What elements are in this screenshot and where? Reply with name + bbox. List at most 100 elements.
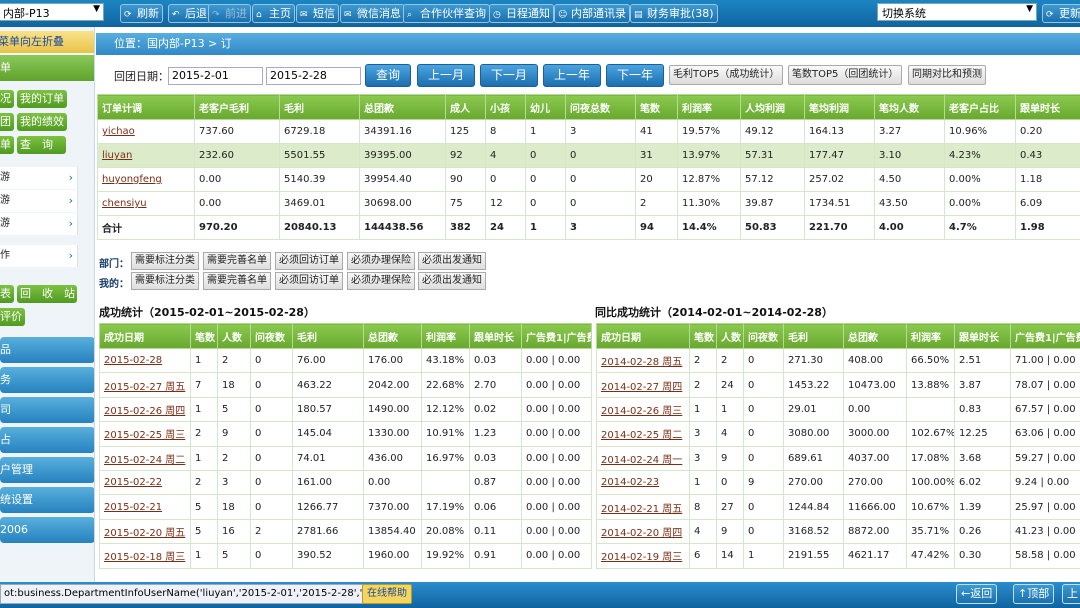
date-link[interactable]: 2014-02-26 周三: [596, 396, 690, 423]
online-help-button[interactable]: 在线帮助: [362, 584, 412, 604]
table-cell: 22.68%: [421, 372, 470, 398]
date-link[interactable]: 2015-02-27 周五: [99, 372, 191, 398]
sidebar-menu-2006[interactable]: 2006: [0, 517, 94, 543]
table-cell: 0: [525, 143, 566, 168]
compare-forecast-button[interactable]: 同期对比和预测: [908, 65, 986, 85]
table-cell: 390.52: [292, 543, 364, 569]
table-cell: 1453.22: [783, 372, 844, 398]
dept-tag-departure-notice-button[interactable]: 必须出发通知: [418, 252, 486, 270]
query-button[interactable]: 查询: [365, 64, 411, 87]
finance-approval-button[interactable]: ▤ 财务审批(38): [630, 4, 718, 23]
sidebar-item-group[interactable]: 团: [0, 113, 14, 131]
date-link[interactable]: 2014-02-21 周五: [596, 494, 690, 520]
next-month-button[interactable]: 下一月: [480, 64, 538, 87]
sidebar-fold-toggle[interactable]: 菜单向左折叠: [0, 31, 94, 53]
my-tag-revisit-orders-button[interactable]: 必须回访订单: [275, 272, 343, 290]
date-link[interactable]: 2014-02-27 周四: [596, 372, 690, 398]
dept-tag-revisit-orders-button[interactable]: 必须回访订单: [275, 252, 343, 270]
table-row[interactable]: yichao 737.60 6729.18 34391.16 125 8 1 3 41 19.57…: [97, 119, 1080, 144]
schedule-button[interactable]: ◷ 日程通知: [489, 4, 554, 23]
column-header: 笔数: [689, 323, 717, 349]
finance-approval-label: 财务审批(38): [647, 7, 714, 20]
partner-search-button[interactable]: ⌕ 合作伙伴查询: [403, 4, 490, 23]
home-button[interactable]: ⌂ 主页: [252, 4, 295, 23]
up-button[interactable]: 上: [1062, 584, 1080, 604]
sidebar-item-report[interactable]: 表: [0, 285, 14, 303]
sidebar-menu-company[interactable]: 司: [0, 397, 94, 423]
back-button[interactable]: ↶ 后退: [168, 4, 211, 23]
sidebar-item-review[interactable]: 评价: [0, 308, 25, 326]
system-switch-select[interactable]: 切换系统 ▼: [877, 3, 1037, 21]
staff-link[interactable]: chensiyu: [97, 191, 195, 216]
sidebar-item-orders[interactable]: 单: [0, 136, 14, 154]
contacts-button[interactable]: ☺ 内部通讯录: [554, 4, 630, 23]
date-link[interactable]: 2014-02-28 周五: [596, 347, 690, 374]
sidebar-menu-customer-management[interactable]: 户管理: [0, 457, 94, 483]
to-top-button[interactable]: ↑顶部: [1013, 584, 1055, 604]
date-link[interactable]: 2014-02-24 周一: [596, 445, 690, 471]
department-select[interactable]: 内部-P13 ▼: [0, 3, 104, 21]
sms-button[interactable]: ✉ 短信: [296, 4, 339, 23]
sidebar-item-tour-1[interactable]: 游 ›: [0, 167, 78, 189]
table-cell: 1244.84: [783, 494, 844, 520]
sidebar-menu-service[interactable]: 务: [0, 367, 94, 393]
date-link[interactable]: 2014-02-25 周二: [596, 421, 690, 447]
date-link[interactable]: 2015-02-25 周三: [99, 421, 191, 447]
forward-button[interactable]: ↷ 前进: [208, 4, 251, 23]
date-link[interactable]: 2015-02-26 周四: [99, 396, 191, 423]
my-tag-complete-list-button[interactable]: 需要完善名单: [203, 272, 271, 290]
prev-year-button[interactable]: 上一年: [543, 64, 601, 87]
table-cell: 0.00: [194, 167, 280, 192]
date-link[interactable]: 2015-02-24 周二: [99, 445, 191, 471]
date-link[interactable]: 2015-02-20 周五: [99, 518, 191, 545]
sidebar-section-header[interactable]: 单: [0, 55, 94, 81]
my-tag-departure-notice-button[interactable]: 必须出发通知: [418, 272, 486, 290]
sidebar-item-my-performance[interactable]: 我的绩效: [17, 113, 67, 131]
profit-top5-button[interactable]: 毛利TOP5（成功统计）: [669, 65, 784, 85]
return-button[interactable]: ←返回: [956, 584, 998, 604]
dept-tag-complete-list-button[interactable]: 需要完善名单: [203, 252, 271, 270]
prev-month-button[interactable]: 上一月: [417, 64, 475, 87]
sidebar-menu-system-settings[interactable]: 统设置: [0, 487, 94, 513]
date-to-input[interactable]: 2015-2-28: [266, 67, 361, 85]
table-cell: 31: [635, 143, 678, 168]
staff-link[interactable]: yichao: [97, 119, 195, 144]
my-tag-handle-insurance-button[interactable]: 必须办理保险: [347, 272, 415, 290]
table-row[interactable]: huyongfeng 0.00 5140.39 39954.40 90 0 0 0 20 12.8…: [97, 167, 1080, 192]
count-top5-button[interactable]: 笔数TOP5（回团统计）: [788, 65, 903, 85]
table-cell: 0: [485, 167, 526, 192]
sidebar-item-work[interactable]: 作 ›: [0, 245, 78, 267]
date-link[interactable]: 2014-02-23: [596, 469, 690, 496]
sidebar-item-recycle-bin[interactable]: 回 收 站: [17, 285, 77, 303]
staff-link[interactable]: liuyan: [97, 143, 195, 168]
date-link[interactable]: 2014-02-19 周三: [596, 543, 690, 569]
refresh-button[interactable]: ⟳ 刷新: [120, 4, 163, 23]
table-cell: 408.00: [843, 347, 907, 374]
column-header: 广告费1|广告费2: [521, 323, 592, 349]
clock-icon: ◷: [493, 10, 501, 20]
table-row[interactable]: liuyan 232.60 5501.55 39395.00 92 4 0 0 31 13.97%…: [97, 143, 1080, 168]
sidebar-item-tour-2[interactable]: 游 ›: [0, 190, 78, 212]
sidebar-item-my-orders[interactable]: 我的订单: [17, 90, 67, 108]
sidebar-item-status[interactable]: 况: [0, 90, 14, 108]
date-link[interactable]: 2015-02-18 周三: [99, 543, 191, 569]
total-cell: 221.70: [804, 215, 875, 240]
next-year-button[interactable]: 下一年: [606, 64, 664, 87]
table-cell: 0: [250, 372, 293, 398]
sidebar-item-tour-3[interactable]: 游 ›: [0, 213, 78, 235]
sidebar-menu-product[interactable]: 品: [0, 337, 94, 363]
dept-tag-handle-insurance-button[interactable]: 必须办理保险: [347, 252, 415, 270]
dept-tag-mark-category-button[interactable]: 需要标注分类: [131, 252, 199, 270]
date-from-input[interactable]: 2015-2-01: [168, 67, 263, 85]
table-row[interactable]: chensiyu 0.00 3469.01 30698.00 75 12 0 0 2 11.30%…: [97, 191, 1080, 216]
wechat-button[interactable]: ✉ 微信消息: [340, 4, 405, 23]
my-tag-mark-category-button[interactable]: 需要标注分类: [131, 272, 199, 290]
date-link[interactable]: 2015-02-22: [99, 469, 191, 496]
date-link[interactable]: 2015-02-28: [99, 347, 191, 374]
update-button[interactable]: ⟳ 更新: [1042, 4, 1080, 23]
staff-link[interactable]: huyongfeng: [97, 167, 195, 192]
sidebar-item-query[interactable]: 查 询: [17, 136, 66, 154]
sidebar-menu-station[interactable]: 占: [0, 427, 94, 453]
date-link[interactable]: 2015-02-21: [99, 494, 191, 520]
date-link[interactable]: 2014-02-20 周四: [596, 518, 690, 545]
